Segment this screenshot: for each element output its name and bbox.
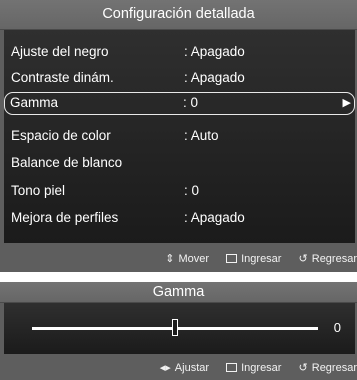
gamma-slider-fill: [32, 327, 175, 330]
gamma-value: 0: [333, 320, 341, 335]
left-right-icon: ◂▸: [159, 362, 171, 374]
move-label: Mover: [178, 253, 210, 265]
enter-icon: [226, 363, 238, 372]
menu-item-value: : 0: [184, 183, 200, 198]
adjust-hint: ◂▸ Ajustar: [160, 357, 209, 379]
menu-item-value: : Apagado: [184, 70, 245, 85]
menu-item-color-space[interactable]: Espacio de color : Auto: [4, 125, 355, 146]
menu-item-white-balance[interactable]: Balance de blanco: [4, 152, 355, 173]
menu-item-label: Mejora de perfiles: [11, 210, 119, 225]
menu-item-value: : 0: [183, 95, 199, 110]
menu-item-label: Ajuste del negro: [11, 44, 109, 59]
menu-item-value: : Apagado: [184, 44, 245, 59]
menu-item-edge-enhancement[interactable]: Mejora de perfiles : Apagado: [4, 207, 355, 228]
return-hint: ↺ Regresar: [299, 248, 357, 270]
menu-item-dynamic-contrast[interactable]: Contraste dinám. : Apagado: [4, 67, 355, 88]
menu-item-skin-tone[interactable]: Tono piel : 0: [4, 180, 355, 201]
detailed-settings-panel: Configuración detallada Ajuste del negro…: [0, 0, 357, 272]
gamma-title: Gamma: [0, 282, 357, 303]
enter-label: Ingresar: [241, 253, 282, 265]
panel-title: Configuración detallada: [0, 0, 357, 30]
return-label: Regresar: [311, 253, 357, 265]
menu-item-label: Gamma: [10, 95, 59, 110]
return-icon: ↺: [298, 253, 308, 265]
menu-item-label: Espacio de color: [11, 128, 111, 143]
enter-hint: Ingresar: [226, 357, 281, 379]
menu-item-label: Balance de blanco: [11, 155, 123, 170]
menu-footer: ⇕ Mover Ingresar ↺ Regresar: [151, 248, 357, 270]
gamma-slider-area: 0: [4, 303, 355, 354]
menu-item-label: Contraste dinám.: [11, 70, 114, 85]
enter-hint: Ingresar: [226, 248, 281, 270]
enter-label: Ingresar: [241, 362, 282, 374]
gamma-footer: ◂▸ Ajustar Ingresar ↺ Regresar: [146, 357, 357, 379]
menu-item-value: : Auto: [184, 128, 219, 143]
enter-icon: [226, 254, 238, 263]
menu-item-gamma[interactable]: Gamma : 0 ▶: [4, 92, 355, 115]
return-hint: ↺ Regresar: [299, 357, 357, 379]
return-label: Regresar: [311, 362, 357, 374]
menu-item-label: Tono piel: [11, 183, 66, 198]
right-arrow-icon: ▶: [342, 97, 351, 109]
return-icon: ↺: [298, 362, 308, 374]
menu-item-black-adjust[interactable]: Ajuste del negro : Apagado: [4, 41, 355, 62]
adjust-label: Ajustar: [174, 362, 210, 374]
up-down-icon: ⇕: [165, 253, 175, 265]
gamma-slider-thumb[interactable]: [172, 319, 178, 336]
menu-item-value: : Apagado: [184, 210, 245, 225]
move-hint: ⇕ Mover: [165, 248, 209, 270]
gamma-panel: Gamma 0 ◂▸ Ajustar Ingresar ↺ Regresar: [0, 282, 357, 380]
